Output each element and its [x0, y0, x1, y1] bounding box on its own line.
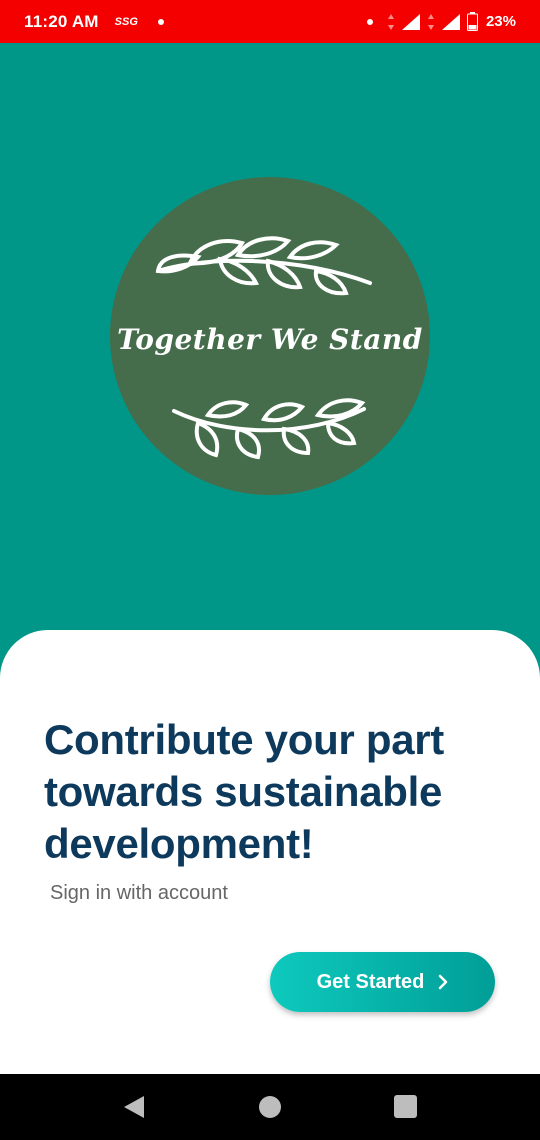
- headline-line-1: Contribute your part: [44, 716, 444, 763]
- status-indicators: 23%: [366, 12, 516, 31]
- status-bar: 11:20 AM SSG 23%: [0, 0, 540, 43]
- battery-percentage: 23%: [485, 13, 516, 30]
- home-icon[interactable]: [258, 1095, 282, 1119]
- page-title: Contribute your part towards sustainable…: [44, 714, 504, 870]
- leaf-sprig-icon: [155, 236, 372, 296]
- notification-dot-icon: [157, 18, 164, 25]
- data-arrows-icon: [387, 13, 394, 30]
- get-started-button[interactable]: Get Started: [270, 952, 495, 1012]
- headline-line-3: development!: [44, 820, 314, 867]
- data-arrows-icon: [427, 13, 434, 30]
- leaf-sprig-icon: [172, 398, 366, 460]
- recents-icon[interactable]: [394, 1095, 417, 1118]
- back-icon[interactable]: [122, 1095, 146, 1119]
- get-started-label: Get Started: [316, 970, 425, 993]
- logo-text: Together We Stand: [117, 323, 423, 356]
- together-we-stand-logo: Together We Stand: [110, 177, 430, 495]
- carrier-label: SSG: [114, 15, 138, 28]
- hero-section: Together We Stand: [0, 43, 540, 683]
- signal-icon: [401, 13, 420, 30]
- status-time: 11:20 AM: [24, 11, 99, 31]
- system-navigation-bar: [0, 1074, 540, 1140]
- signal-icon: [441, 13, 460, 30]
- battery-icon: [466, 12, 478, 31]
- headline-line-2: towards sustainable: [44, 768, 443, 815]
- sign-in-subtitle: Sign in with account: [50, 882, 228, 904]
- chevron-right-icon: [439, 974, 448, 990]
- onboarding-card: Contribute your part towards sustainable…: [0, 630, 540, 1074]
- notification-dot-icon: [366, 18, 373, 25]
